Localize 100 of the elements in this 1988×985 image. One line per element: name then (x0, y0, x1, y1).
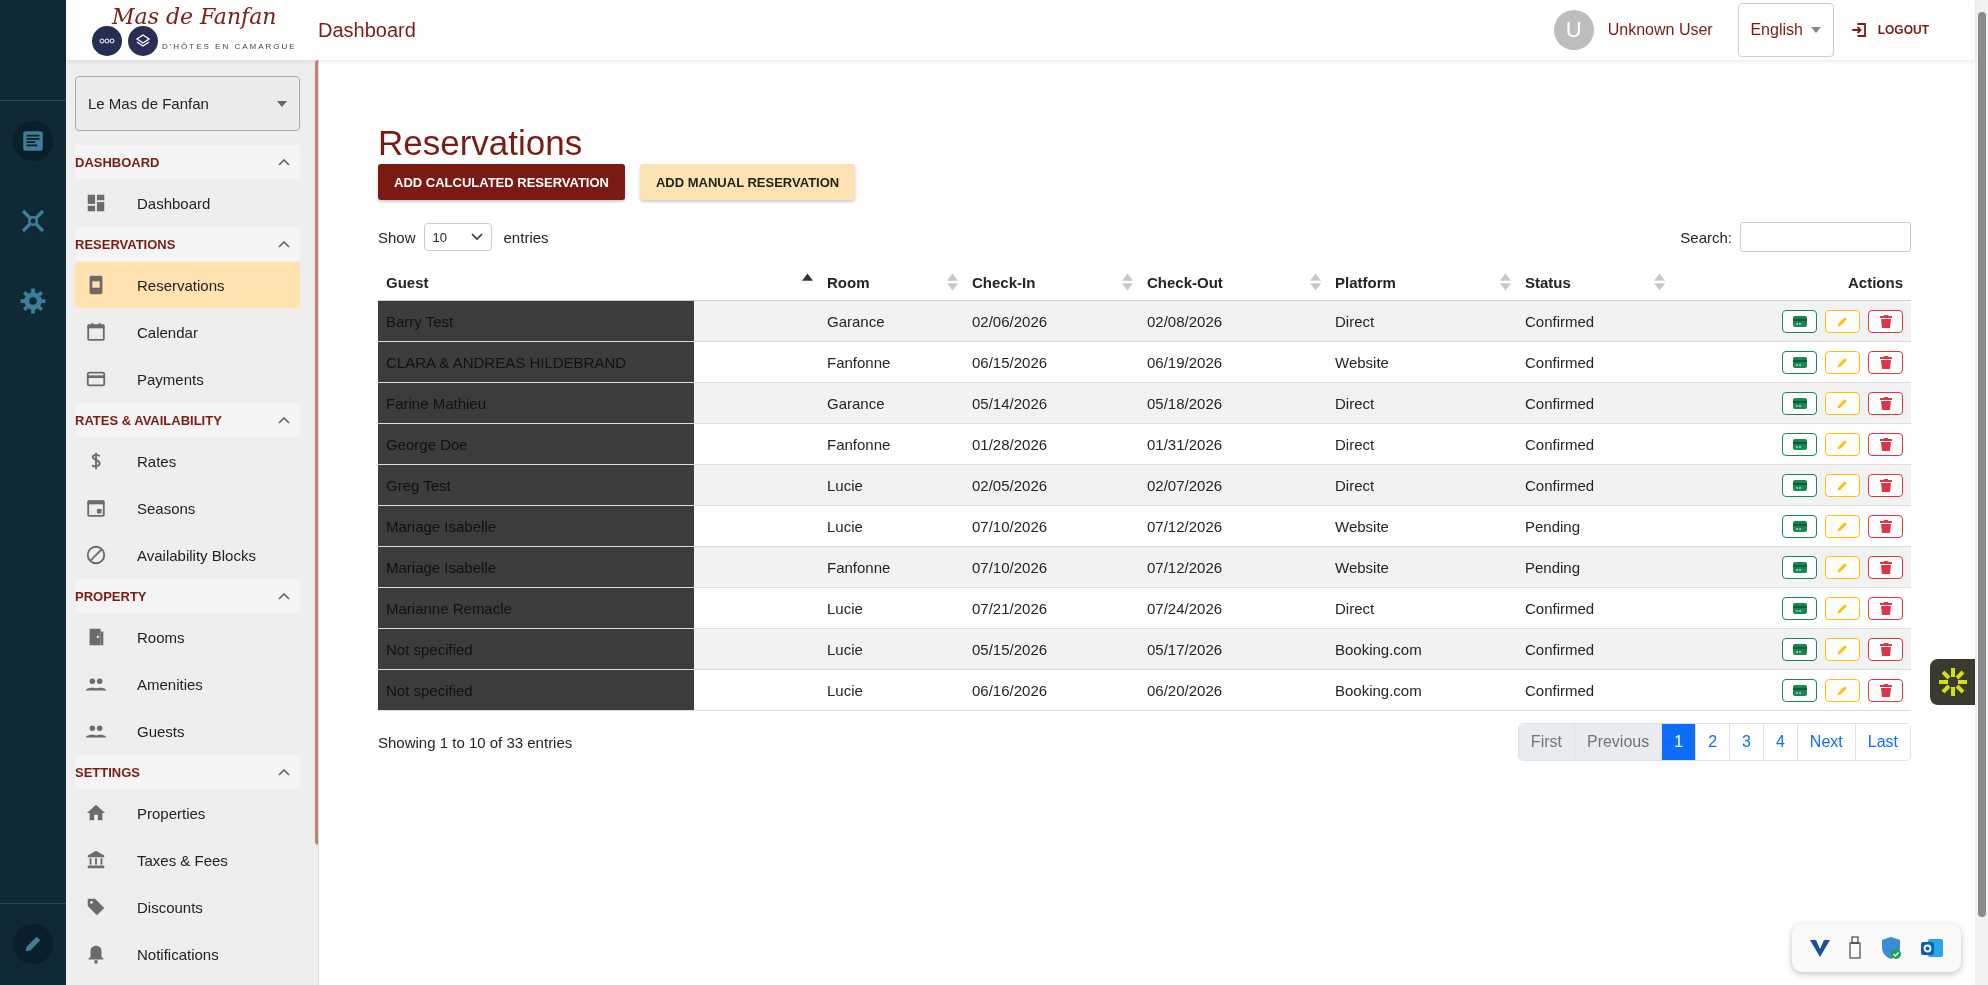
card-icon (1792, 479, 1807, 491)
table-cell: 07/10/2026 (964, 546, 1139, 588)
usb-drive-icon[interactable] (1847, 936, 1864, 960)
delete-button[interactable] (1868, 637, 1903, 661)
delete-button[interactable] (1868, 678, 1903, 702)
section-header[interactable]: DASHBOARD (75, 145, 300, 179)
language-select[interactable]: English (1737, 3, 1834, 57)
delete-button[interactable] (1868, 473, 1903, 497)
table-cell: 05/17/2026 (1139, 628, 1327, 670)
column-header: Actions (1671, 264, 1911, 301)
payment-button[interactable] (1782, 432, 1817, 456)
sidebar-item[interactable]: Guests (75, 708, 300, 754)
section-header[interactable]: RATES & AVAILABILITY (75, 403, 300, 437)
search-field[interactable] (1740, 222, 1911, 252)
sidebar-item[interactable]: Amenities (75, 661, 300, 707)
delete-button[interactable] (1868, 596, 1903, 620)
delete-button[interactable] (1868, 350, 1903, 374)
sidebar-item[interactable]: Seasons (75, 485, 300, 531)
pencil-icon (1836, 437, 1849, 451)
sidebar-item[interactable]: Rooms (75, 614, 300, 660)
asterisk-icon[interactable] (1930, 659, 1975, 705)
payment-button[interactable] (1782, 596, 1817, 620)
table-cell: 06/19/2026 (1139, 341, 1327, 383)
table-cell: Confirmed (1517, 341, 1671, 383)
pencil-icon (1836, 601, 1849, 615)
sidebar-item[interactable]: Taxes & Fees (75, 837, 300, 883)
table-cell: Confirmed (1517, 423, 1671, 465)
sidebar-item[interactable]: Discounts (75, 884, 300, 930)
payment-button[interactable] (1782, 637, 1817, 661)
delete-button[interactable] (1868, 391, 1903, 415)
table-cell: 06/16/2026 (964, 669, 1139, 711)
pencil-icon (1836, 314, 1849, 328)
security-shield-icon[interactable] (1881, 936, 1904, 960)
pencil-icon (1836, 478, 1849, 492)
payment-button[interactable] (1782, 350, 1817, 374)
mail-app-icon[interactable] (1920, 937, 1945, 959)
page-size-select[interactable]: 10 (423, 223, 492, 251)
column-header[interactable]: Guest (378, 264, 819, 301)
trash-icon (1879, 560, 1892, 574)
entries-info: Showing 1 to 10 of 33 entries (378, 733, 573, 751)
column-header[interactable]: Check-In (964, 264, 1139, 301)
delete-button[interactable] (1868, 309, 1903, 333)
trash-icon (1879, 396, 1892, 410)
scrollbar-thumb[interactable] (1977, 12, 1986, 917)
chevron-icon[interactable] (278, 592, 290, 600)
page-button[interactable]: Last (1854, 724, 1910, 760)
page-button[interactable]: 1 (1661, 724, 1696, 760)
table-cell: Fanfonne (819, 546, 964, 588)
section-header[interactable]: PROPERTY (75, 579, 300, 613)
column-header[interactable]: Status (1517, 264, 1671, 301)
table-cell: 02/05/2026 (964, 464, 1139, 506)
table-cell: Lucie (819, 505, 964, 547)
dashboard-icon (85, 192, 107, 214)
payment-button[interactable] (1782, 678, 1817, 702)
chevron-icon[interactable] (278, 158, 290, 166)
property-select[interactable]: Le Mas de Fanfan (75, 76, 300, 131)
section-title: SETTINGS (75, 764, 140, 780)
add-reservation-button[interactable]: ADD CALCULATED RESERVATION (378, 164, 625, 200)
column-header[interactable]: Room (819, 264, 964, 301)
logo-text: Mas de Fanfan (112, 4, 277, 29)
table-cell: 07/12/2026 (1139, 546, 1327, 588)
table-cell: Confirmed (1517, 464, 1671, 506)
document-icon[interactable] (13, 121, 53, 161)
delete-button[interactable] (1868, 555, 1903, 579)
sidebar-item[interactable]: Availability Blocks (75, 532, 300, 578)
block-icon (85, 544, 107, 566)
pencil-icon (1836, 519, 1849, 533)
sidebar-item[interactable]: Properties (75, 790, 300, 836)
section-header[interactable]: SETTINGS (75, 755, 300, 789)
payment-button[interactable] (1782, 309, 1817, 333)
column-header[interactable]: Check-Out (1139, 264, 1327, 301)
sidebar-item[interactable]: Rates (75, 438, 300, 484)
table-cell: Direct (1327, 464, 1517, 506)
table-cell: Booking.com (1327, 669, 1517, 711)
trash-icon (1879, 642, 1892, 656)
sidebar-item[interactable]: Calendar (75, 309, 300, 355)
payment-button[interactable] (1782, 473, 1817, 497)
sidebar-item[interactable]: Dashboard (75, 180, 300, 226)
delete-button[interactable] (1868, 514, 1903, 538)
payment-button[interactable] (1782, 391, 1817, 415)
column-header[interactable]: Platform (1327, 264, 1517, 301)
entries-label: entries (503, 228, 549, 246)
chevron-icon[interactable] (278, 768, 290, 776)
add-reservation-button[interactable]: ADD MANUAL RESERVATION (640, 164, 856, 200)
chevron-icon[interactable] (278, 416, 290, 424)
page-title: Dashboard (318, 18, 416, 42)
chevron-icon[interactable] (278, 240, 290, 248)
sidebar-item[interactable]: Notifications (75, 931, 300, 977)
table-cell: Lucie (819, 669, 964, 711)
table-cell: Lucie (819, 628, 964, 670)
section-header[interactable]: RESERVATIONS (75, 227, 300, 261)
sidebar-item[interactable]: Reservations (75, 262, 300, 308)
payment-button[interactable] (1782, 555, 1817, 579)
payment-button[interactable] (1782, 514, 1817, 538)
sidebar-item[interactable]: Payments (75, 356, 300, 402)
logout-button[interactable]: LOGOUT (1849, 21, 1929, 39)
delete-button[interactable] (1868, 432, 1903, 456)
table-cell: 06/15/2026 (964, 341, 1139, 383)
shield-v-icon[interactable] (1808, 938, 1831, 958)
pencil-icon[interactable] (13, 924, 53, 964)
